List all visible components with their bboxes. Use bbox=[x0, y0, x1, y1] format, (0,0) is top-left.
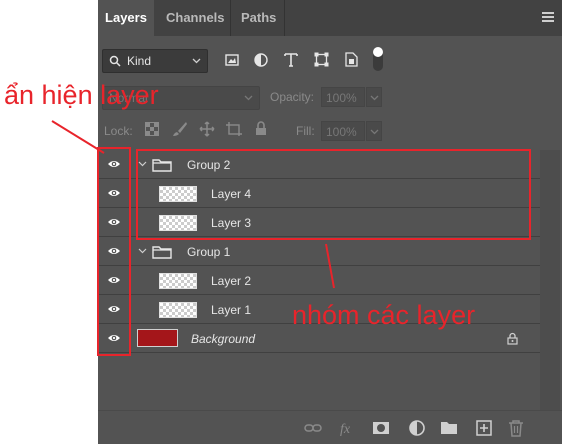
annotation-group-text: nhóm các layer bbox=[292, 300, 476, 330]
annotation-visibility-text: ẩn hiện layer bbox=[4, 80, 159, 110]
annotation-arrows bbox=[51, 120, 335, 289]
